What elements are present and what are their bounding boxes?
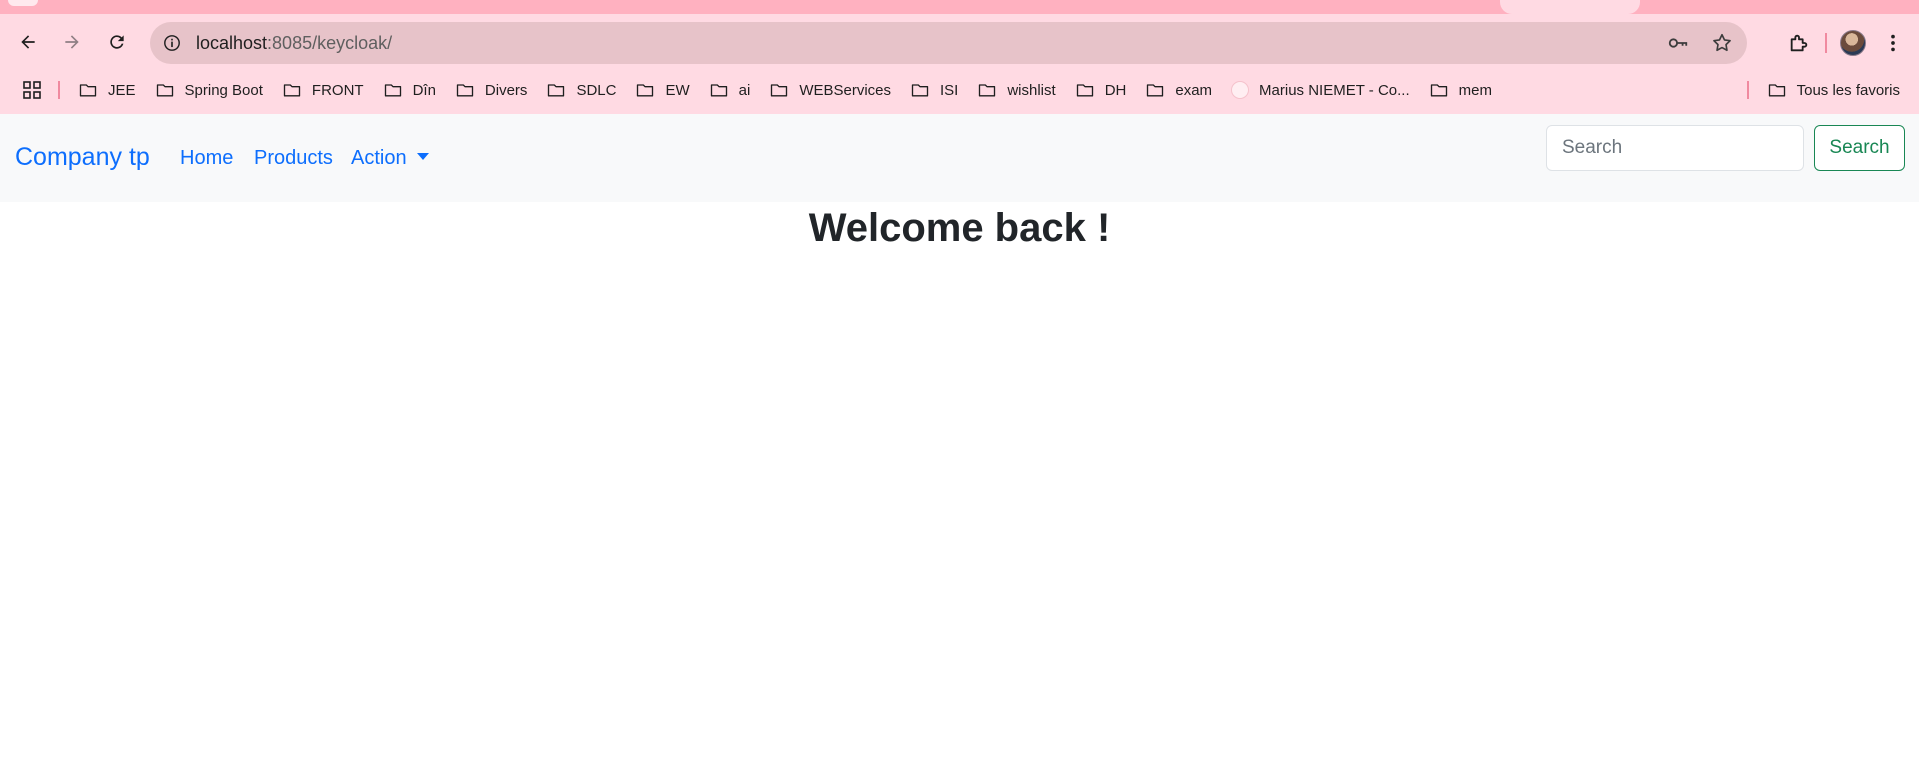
all-bookmarks-folder[interactable]: Tous les favoris <box>1759 76 1908 104</box>
bookmarks-separator <box>58 81 60 99</box>
bookmark-label: DH <box>1104 81 1127 99</box>
avatar <box>1840 30 1866 56</box>
folder-icon <box>283 84 301 97</box>
bookmark-label: mem <box>1458 81 1492 99</box>
site-info-icon[interactable] <box>162 33 182 53</box>
nav-products-link[interactable]: Products <box>254 147 333 170</box>
bookmark-label: ai <box>738 81 751 99</box>
bookmark-label: Marius NIEMET - Co... <box>1259 81 1410 99</box>
bookmark-folder[interactable]: Spring Boot <box>147 76 271 104</box>
bookmark-label: ISI <box>940 81 959 99</box>
browser-toolbar: localhost:8085/keycloak/ <box>0 20 1919 66</box>
bookmark-label: EW <box>665 81 690 99</box>
bookmarks-bar: JEE Spring Boot FRONT Dîn Divers SDLC EW… <box>0 74 1919 106</box>
folder-icon <box>456 84 474 97</box>
bookmark-label: JEE <box>108 81 136 99</box>
menu-button[interactable] <box>1873 23 1913 63</box>
bookmark-label: WEBServices <box>799 81 891 99</box>
bookmarks-separator <box>1746 81 1749 99</box>
bookmark-folder[interactable]: ISI <box>902 76 966 104</box>
bookmark-site[interactable]: Marius NIEMET - Co... <box>1223 76 1418 104</box>
bookmark-folder[interactable]: WEBServices <box>761 76 899 104</box>
folder-icon <box>979 84 996 97</box>
browser-chrome: localhost:8085/keycloak/ JEE Spring Boot… <box>0 0 1919 114</box>
bookmark-label: wishlist <box>1007 81 1056 99</box>
tab-strip <box>0 0 1919 14</box>
brand-link[interactable]: Company tp <box>15 143 150 172</box>
bookmark-folder[interactable]: EW <box>627 76 697 104</box>
bookmark-label: exam <box>1175 81 1213 99</box>
bookmark-label: Tous les favoris <box>1796 81 1900 99</box>
folder-icon <box>384 84 401 97</box>
search-input[interactable] <box>1546 125 1804 171</box>
address-bar-actions <box>1667 22 1733 64</box>
folder-icon <box>1076 84 1093 97</box>
bookmark-star-icon[interactable] <box>1711 32 1733 54</box>
nav-action-dropdown[interactable]: Action <box>351 147 429 170</box>
folder-icon <box>548 84 565 97</box>
nav-home-link[interactable]: Home <box>180 147 233 170</box>
bookmark-folder[interactable]: mem <box>1421 76 1500 104</box>
apps-button[interactable] <box>10 74 54 106</box>
toolbar-right <box>1779 20 1919 66</box>
folder-icon <box>637 84 654 97</box>
folder-icon <box>911 84 929 97</box>
bookmark-folder[interactable]: exam <box>1137 76 1220 104</box>
folder-icon <box>771 84 788 97</box>
apps-grid-icon <box>23 81 41 99</box>
bookmark-folder[interactable]: JEE <box>70 76 144 104</box>
address-bar[interactable]: localhost:8085/keycloak/ <box>150 22 1747 64</box>
arrow-left-icon <box>21 35 35 49</box>
reload-icon <box>110 35 124 49</box>
forward-button[interactable] <box>54 24 90 60</box>
browser-tab[interactable] <box>8 0 38 6</box>
folder-icon <box>1768 84 1785 97</box>
reload-button[interactable] <box>99 24 135 60</box>
bookmark-folder[interactable]: DH <box>1067 76 1135 104</box>
site-navbar: Company tp Home Products Action Search <box>0 114 1919 202</box>
toolbar-separator <box>1825 33 1827 53</box>
search-button[interactable]: Search <box>1814 125 1905 171</box>
bookmark-folder[interactable]: Dîn <box>375 76 444 104</box>
extensions-button[interactable] <box>1779 23 1819 63</box>
bookmark-label: Divers <box>484 81 528 99</box>
password-key-icon[interactable] <box>1667 32 1689 54</box>
arrow-right-icon <box>65 35 79 49</box>
bookmark-label: FRONT <box>311 81 364 99</box>
bookmark-label: Spring Boot <box>184 81 263 99</box>
active-tab[interactable] <box>1500 0 1640 14</box>
url-text: localhost:8085/keycloak/ <box>196 33 392 54</box>
caret-down-icon <box>416 153 429 160</box>
bookmark-folder[interactable]: Divers <box>447 76 536 104</box>
bookmark-folder[interactable]: SDLC <box>538 76 624 104</box>
folder-icon <box>1430 84 1447 97</box>
bookmark-label: Dîn <box>412 81 436 99</box>
back-button[interactable] <box>10 24 46 60</box>
main-content: Welcome back ! <box>0 202 1919 757</box>
bookmark-label: SDLC <box>576 81 617 99</box>
more-vertical-icon <box>1891 34 1895 52</box>
folder-icon <box>79 84 97 97</box>
site-favicon-icon <box>1231 81 1250 99</box>
bookmark-folder[interactable]: FRONT <box>274 76 372 104</box>
bookmark-folder[interactable]: ai <box>701 76 759 104</box>
profile-button[interactable] <box>1833 23 1873 63</box>
folder-icon <box>156 84 173 97</box>
url-path: :8085/keycloak/ <box>267 32 393 53</box>
nav-action-label: Action <box>351 147 407 169</box>
folder-icon <box>1147 84 1164 97</box>
bookmarks-right: Tous les favoris <box>1743 74 1911 106</box>
puzzle-icon <box>1790 34 1808 52</box>
page-title: Welcome back ! <box>808 206 1111 250</box>
bookmark-folder[interactable]: wishlist <box>969 76 1063 104</box>
folder-icon <box>710 84 727 97</box>
url-host: localhost <box>196 32 268 53</box>
